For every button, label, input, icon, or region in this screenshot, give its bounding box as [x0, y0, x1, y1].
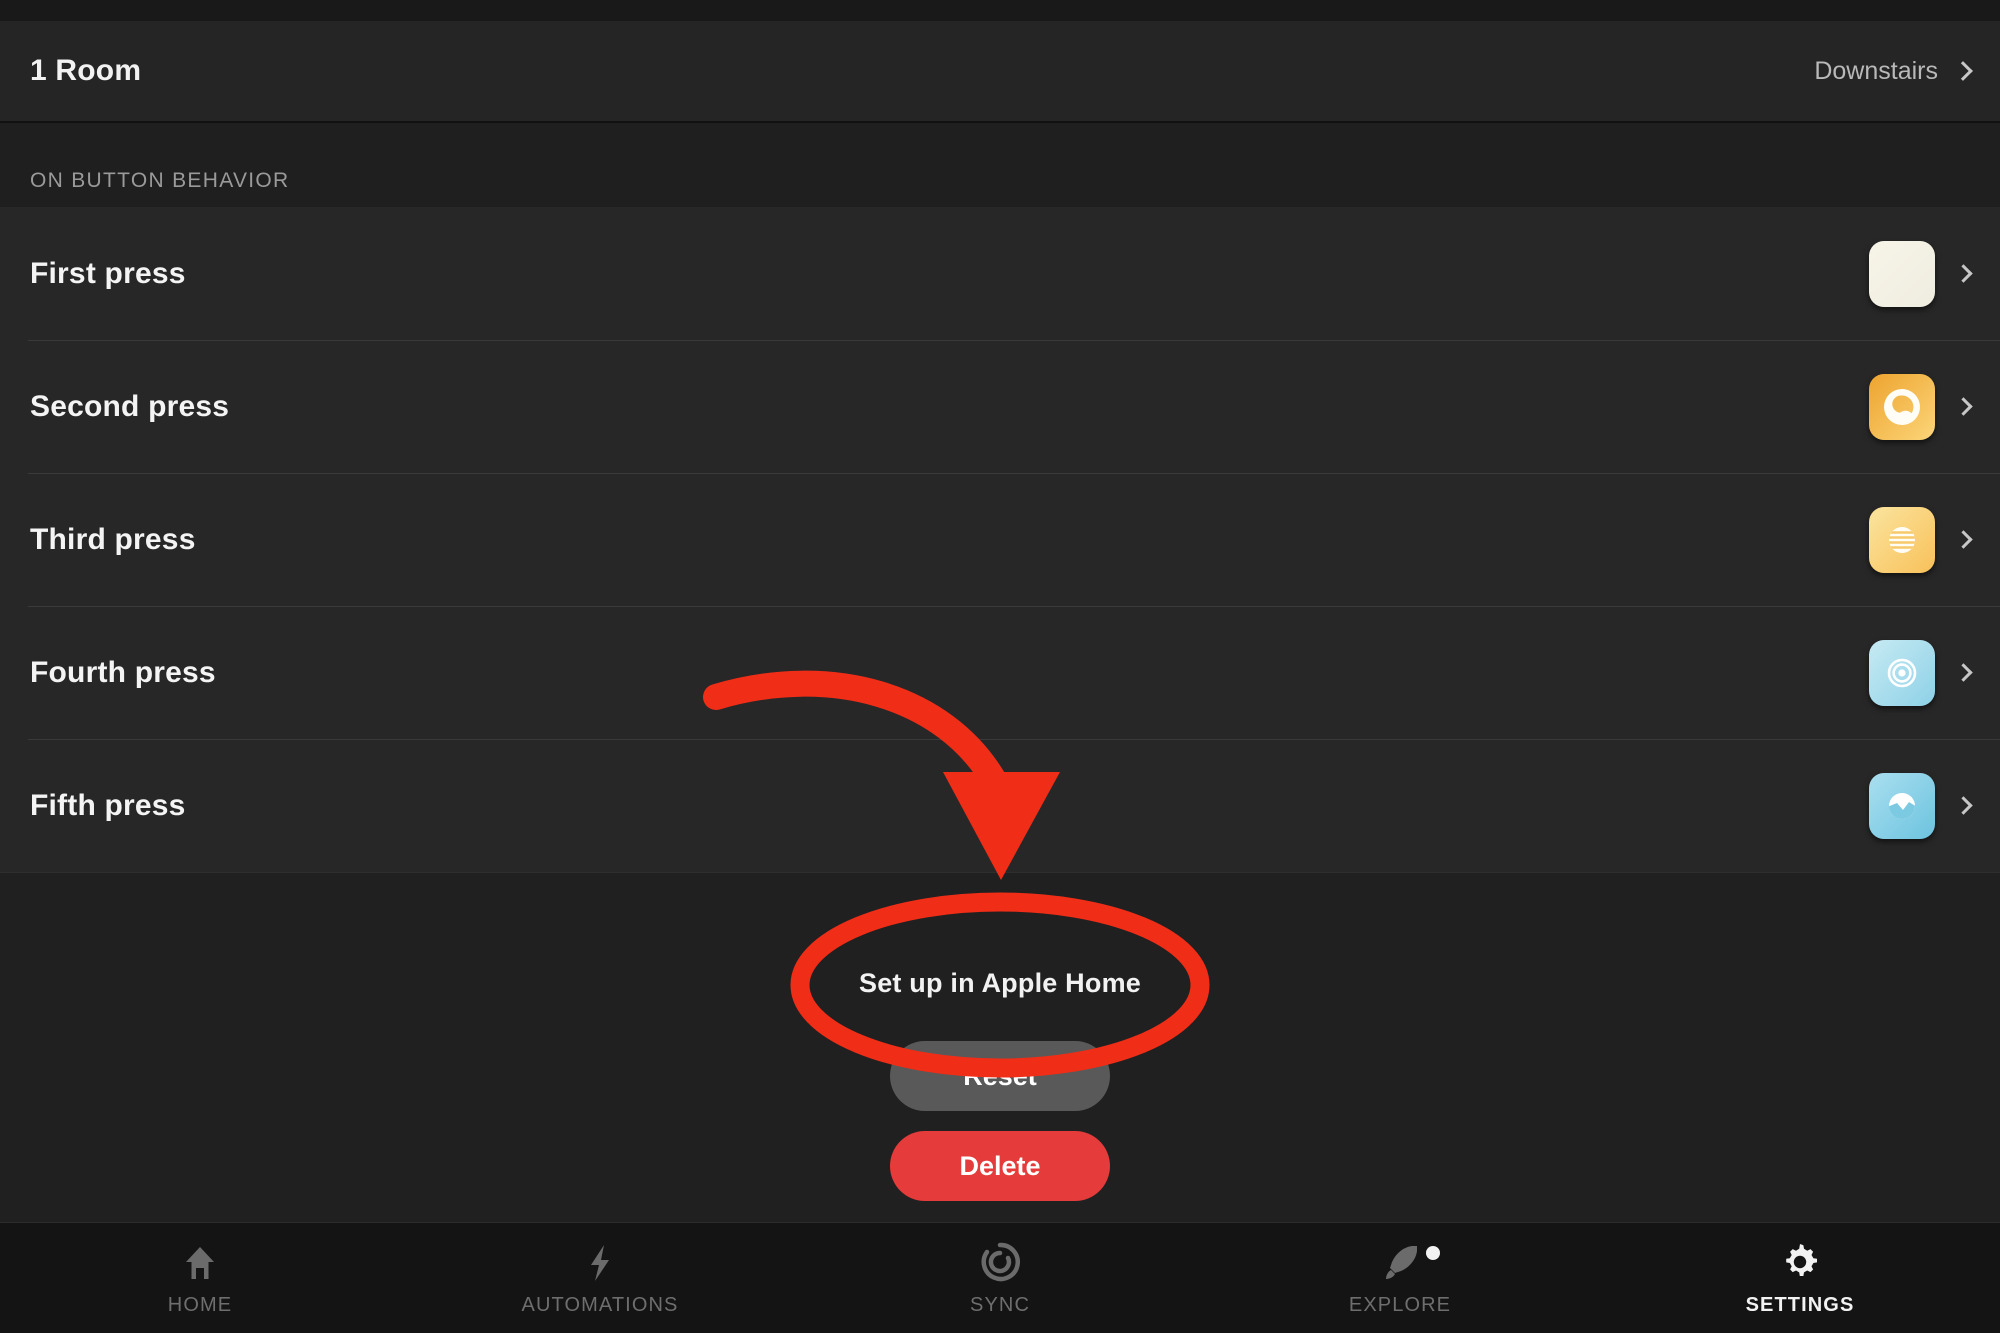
- striped-circle-scene-icon: [1889, 526, 1915, 553]
- tab-label: HOME: [167, 1293, 233, 1316]
- room-selector-label: Downstairs: [1814, 56, 1938, 85]
- row-label: Third press: [30, 522, 196, 556]
- tab-home[interactable]: HOME: [0, 1223, 400, 1333]
- tab-automations[interactable]: AUTOMATIONS: [400, 1223, 800, 1333]
- section-header-label: ON BUTTON BEHAVIOR: [30, 169, 290, 192]
- scene-swatch-first-press[interactable]: [1869, 240, 1935, 307]
- header-bar: 1 Room Downstairs: [0, 21, 2000, 123]
- bottom-tab-bar: HOME AUTOMATIONS SYNC EXPLORE SETTINGS: [0, 1222, 2000, 1333]
- tab-label: EXPLORE: [1348, 1293, 1452, 1316]
- rocket-icon: [1378, 1240, 1440, 1284]
- row-fifth-press[interactable]: Fifth press: [0, 739, 2000, 872]
- setup-in-apple-home-link[interactable]: Set up in Apple Home: [0, 968, 2000, 999]
- gear-icon: [1778, 1240, 1822, 1284]
- row-label: First press: [30, 256, 186, 290]
- row-second-press[interactable]: Second press: [0, 340, 2000, 473]
- chevron-right-icon: [1953, 61, 1973, 81]
- explore-badge-dot: [1426, 1245, 1440, 1260]
- row-fourth-press[interactable]: Fourth press: [0, 606, 2000, 739]
- tab-sync[interactable]: SYNC: [800, 1223, 1200, 1333]
- scene-swatch-fifth-press[interactable]: [1869, 772, 1935, 839]
- app-root: 1 Room Downstairs ON BUTTON BEHAVIOR Fir…: [0, 0, 2000, 1333]
- tab-label: SETTINGS: [1745, 1293, 1855, 1316]
- chevron-right-icon: [1954, 796, 1973, 815]
- tab-explore[interactable]: EXPLORE: [1200, 1223, 1600, 1333]
- wave-circle-scene-icon: [1889, 792, 1915, 819]
- section-header: ON BUTTON BEHAVIOR: [0, 123, 2000, 207]
- button-behavior-list: First press Second press Third press Fou…: [0, 207, 2000, 872]
- delete-button[interactable]: Delete: [890, 1131, 1110, 1201]
- room-selector[interactable]: Downstairs: [1814, 56, 1973, 86]
- scene-swatch-second-press[interactable]: [1869, 373, 1935, 440]
- reset-button[interactable]: Reset: [890, 1041, 1110, 1111]
- row-third-press[interactable]: Third press: [0, 473, 2000, 606]
- crescent-circle-scene-icon: [1884, 388, 1920, 425]
- page-title: 1 Room: [30, 54, 142, 87]
- scene-swatch-fourth-press[interactable]: [1869, 639, 1935, 706]
- status-strip: [0, 0, 2000, 21]
- home-icon: [179, 1240, 221, 1284]
- chevron-right-icon: [1954, 264, 1973, 283]
- scene-swatch-third-press[interactable]: [1869, 506, 1935, 573]
- row-label: Fifth press: [30, 788, 186, 822]
- tab-label: SYNC: [970, 1293, 1030, 1316]
- sync-icon: [978, 1240, 1022, 1284]
- row-label: Fourth press: [30, 655, 216, 689]
- row-first-press[interactable]: First press: [0, 207, 2000, 340]
- tab-label: AUTOMATIONS: [521, 1293, 679, 1316]
- concentric-circles-scene-icon: [1887, 658, 1917, 687]
- chevron-right-icon: [1954, 530, 1973, 549]
- row-label: Second press: [30, 389, 230, 423]
- chevron-right-icon: [1954, 397, 1973, 416]
- lightning-bolt-icon: [579, 1240, 621, 1284]
- tab-settings[interactable]: SETTINGS: [1600, 1223, 2000, 1333]
- chevron-right-icon: [1954, 663, 1973, 682]
